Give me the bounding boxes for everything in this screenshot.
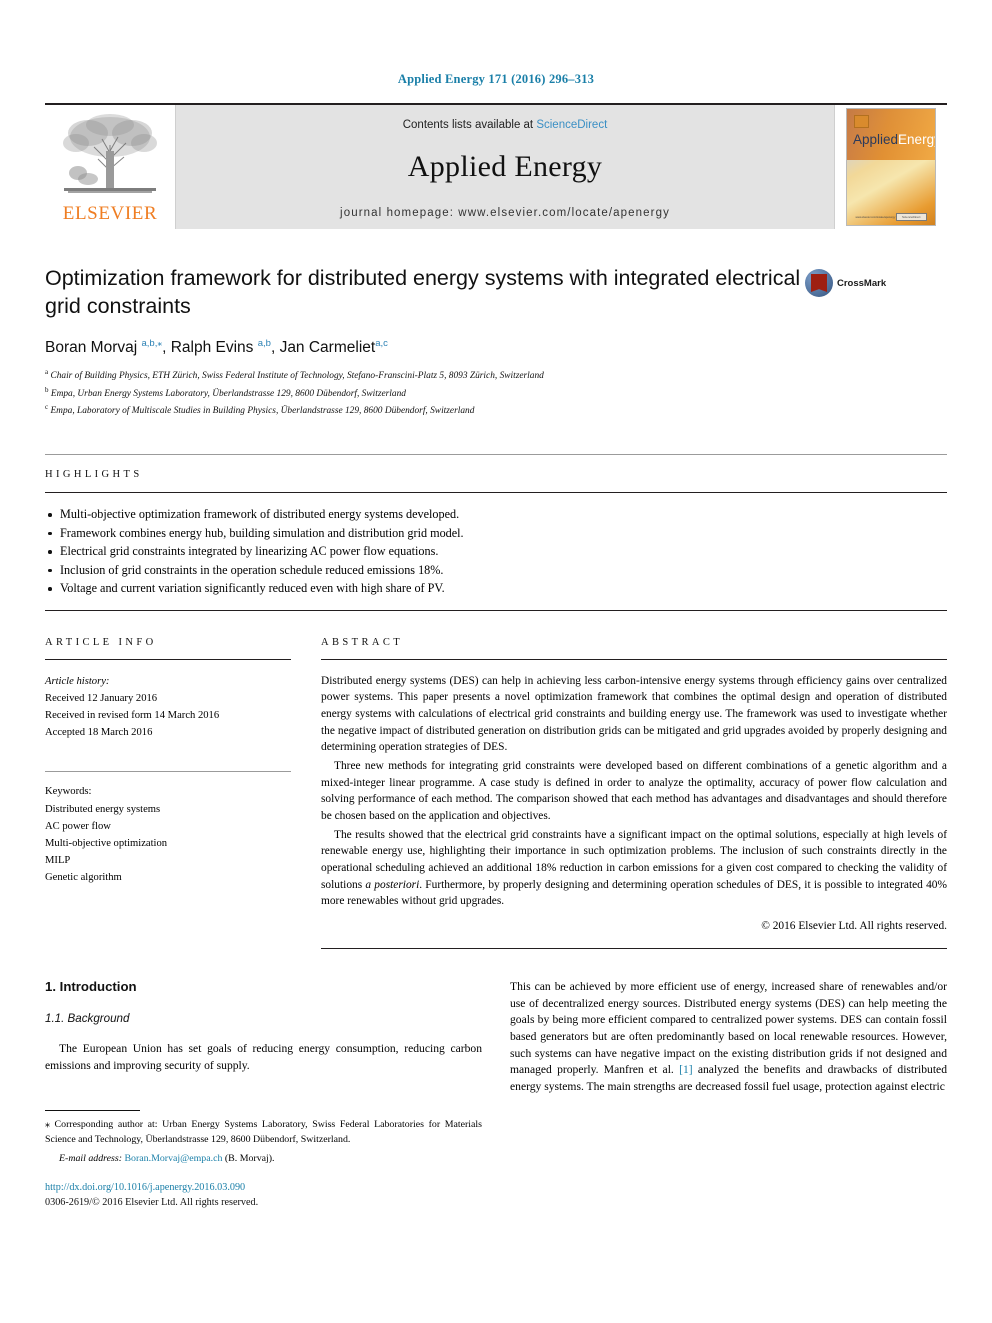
abstract-divider (321, 658, 947, 660)
history-item: Received in revised form 14 March 2016 (45, 710, 220, 722)
page-title: Optimization framework for distributed e… (45, 266, 801, 318)
highlights-label: HIGHLIGHTS (45, 469, 143, 481)
affiliation-text: Chair of Building Physics, ETH Zürich, S… (50, 371, 544, 382)
cover-footer-badge: ScienceDirect (896, 213, 927, 221)
article-info-column: ARTICLE INFO Article history: Received 1… (45, 637, 291, 949)
info-abstract-row: ARTICLE INFO Article history: Received 1… (45, 637, 947, 949)
body-paragraph: The European Union has set goals of redu… (45, 1041, 482, 1072)
issn-copyright-line: 0306-2619/© 2016 Elsevier Ltd. All right… (45, 1196, 259, 1208)
highlights-section: HIGHLIGHTS Multi-objective optimization … (45, 454, 947, 611)
highlights-list: Multi-objective optimization framework o… (47, 505, 947, 598)
highlights-bottom-rule (45, 609, 947, 611)
email-note: E-mail address: Boran.Morvaj@empa.ch (B.… (45, 1153, 482, 1164)
elsevier-logo: ELSEVIER (45, 105, 175, 229)
cover-publisher-badge (854, 115, 869, 128)
keyword-item: Genetic algorithm (45, 872, 122, 884)
section-heading: 1. Introduction (45, 978, 137, 994)
crossmark-book-shape (811, 274, 827, 292)
affiliation-marker: a (45, 368, 49, 377)
body-right-part1: This can be achieved by more efficient u… (510, 979, 947, 1077)
list-item: Electrical grid constraints integrated b… (47, 542, 947, 561)
doi-link[interactable]: http://dx.doi.org/10.1016/j.apenergy.201… (45, 1180, 482, 1195)
sciencedirect-link[interactable]: ScienceDirect (536, 119, 607, 131)
journal-cover-cell: AppliedEnergy www.elsevier.com/locate/ap… (835, 105, 947, 229)
keywords-group: Keywords: Distributed energy systems AC … (45, 783, 291, 886)
journal-citation: Applied Energy 171 (2016) 296–313 (397, 72, 595, 86)
list-item: Framework combines energy hub, building … (47, 524, 947, 543)
body-columns: 1. Introduction 1.1. Background The Euro… (45, 979, 947, 1210)
keyword-item: MILP (45, 855, 71, 867)
affiliation-item: c Empa, Laboratory of Multiscale Studies… (45, 402, 947, 420)
footnote-rule (45, 1110, 140, 1112)
cover-title-applied: Applied (853, 132, 899, 147)
history-item: Accepted 18 March 2016 (45, 727, 153, 739)
list-item: Multi-objective optimization framework o… (47, 505, 947, 524)
list-item: Voltage and current variation significan… (47, 579, 947, 598)
affiliation-list: a Chair of Building Physics, ETH Zürich,… (45, 367, 947, 420)
author-list: Boran Morvaj a,b,⁎, Ralph Evins a,b, Jan… (45, 338, 947, 357)
article-history-group: Article history: Received 12 January 201… (45, 673, 291, 742)
keyword-item: Multi-objective optimization (45, 837, 168, 849)
doi-block: http://dx.doi.org/10.1016/j.apenergy.201… (45, 1180, 482, 1211)
author-names: Boran Morvaj a,b,⁎, Ralph Evins a,b, Jan… (45, 338, 388, 357)
abstract-paragraph: The results showed that the electrical g… (321, 827, 947, 910)
list-item: Inclusion of grid constraints in the ope… (47, 561, 947, 580)
body-column-left: 1. Introduction 1.1. Background The Euro… (45, 979, 482, 1210)
email-link[interactable]: Boran.Morvaj@empa.ch (124, 1153, 222, 1164)
article-info-label: ARTICLE INFO (45, 636, 157, 648)
crossmark-badge[interactable]: CrossMark (805, 269, 891, 297)
article-history-label: Article history: (45, 675, 110, 687)
keyword-item: AC power flow (45, 820, 111, 832)
abstract-p3-italic: a posteriori (365, 878, 420, 891)
keyword-item: Distributed energy systems (45, 803, 161, 815)
abstract-paragraph: Three new methods for integrating grid c… (321, 760, 947, 822)
abstract-body: Distributed energy systems (DES) can hel… (321, 673, 947, 932)
keywords-label: Keywords: (45, 786, 92, 798)
article-info-divider (45, 658, 291, 660)
affiliation-item: b Empa, Urban Energy Systems Laboratory,… (45, 385, 947, 403)
history-item: Received 12 January 2016 (45, 693, 158, 704)
crossmark-icon (805, 269, 833, 297)
subsection-heading: 1.1. Background (45, 1011, 130, 1025)
footnote-area: ⁎ Corresponding author at: Urban Energy … (45, 1110, 482, 1210)
affiliation-marker: b (45, 385, 49, 394)
corresponding-author-note: ⁎ Corresponding author at: Urban Energy … (45, 1119, 482, 1145)
cover-title-energy: Energy (898, 132, 935, 147)
affiliation-text: Empa, Urban Energy Systems Laboratory, Ü… (50, 388, 406, 399)
title-block: Optimization framework for distributed e… (45, 265, 947, 320)
affiliation-text: Empa, Laboratory of Multiscale Studies i… (50, 406, 475, 417)
contents-prefix: Contents lists available at (402, 119, 537, 131)
affiliation-item: a Chair of Building Physics, ETH Zürich,… (45, 367, 947, 385)
copyright-line: © 2016 Elsevier Ltd. All rights reserved… (761, 919, 947, 932)
abstract-column: ABSTRACT Distributed energy systems (DES… (321, 637, 947, 949)
highlights-divider (45, 492, 947, 494)
elsevier-tree-icon (63, 114, 157, 193)
email-label: E-mail address: (59, 1152, 122, 1164)
cover-footer: www.elsevier.com/locate/apenergy Science… (847, 211, 935, 221)
contents-available-line: Contents lists available at ScienceDirec… (403, 119, 608, 131)
abstract-label: ABSTRACT (321, 636, 404, 648)
crossmark-label: CrossMark (837, 277, 887, 289)
cover-footer-url: www.elsevier.com/locate/apenergy (855, 216, 896, 219)
paper-page: Applied Energy 171 (2016) 296–313 ELSEVI… (0, 0, 992, 1323)
elsevier-wordmark: ELSEVIER (62, 203, 158, 224)
journal-header-band: ELSEVIER Contents lists available at Sci… (45, 103, 947, 229)
cover-title: AppliedEnergy (853, 132, 935, 147)
affiliation-marker: c (45, 403, 49, 412)
body-paragraph: This can be achieved by more efficient u… (510, 979, 947, 1096)
journal-cover-thumbnail: AppliedEnergy www.elsevier.com/locate/ap… (846, 108, 936, 226)
journal-center-panel: Contents lists available at ScienceDirec… (175, 105, 835, 229)
reference-link[interactable]: [1] (679, 1063, 693, 1076)
journal-homepage-link[interactable]: journal homepage: www.elsevier.com/locat… (340, 207, 670, 219)
email-suffix: (B. Morvaj). (224, 1152, 275, 1164)
body-column-right: This can be achieved by more efficient u… (510, 979, 947, 1210)
keywords-divider (45, 771, 291, 773)
journal-name: Applied Energy (407, 150, 603, 183)
highlights-top-rule: HIGHLIGHTS (45, 454, 947, 480)
abstract-bottom-rule (321, 947, 947, 949)
abstract-paragraph: Distributed energy systems (DES) can hel… (321, 674, 947, 754)
